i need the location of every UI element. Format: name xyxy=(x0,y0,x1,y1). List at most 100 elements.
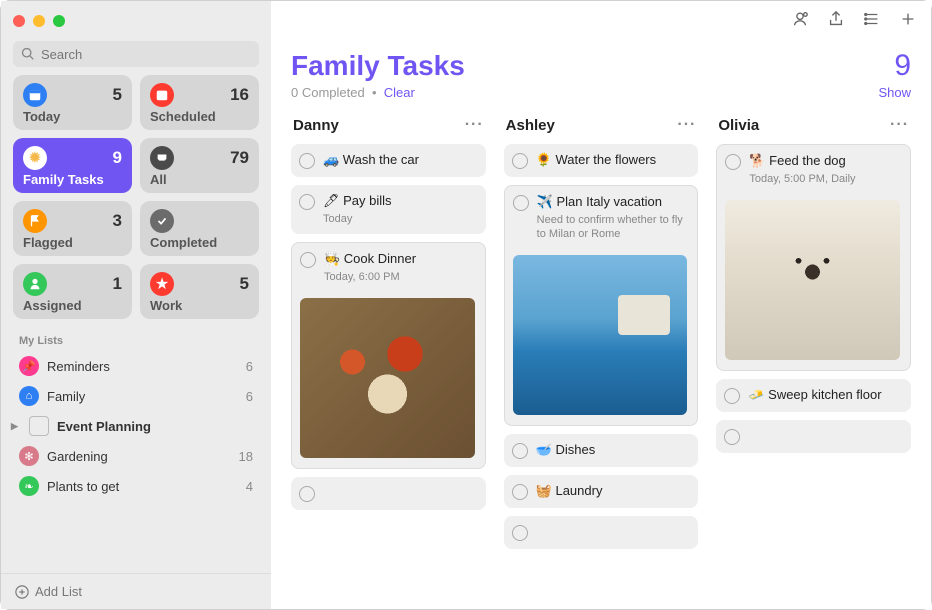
complete-radio[interactable] xyxy=(513,195,529,211)
count: 5 xyxy=(240,274,249,294)
attachment-image[interactable] xyxy=(725,200,900,360)
smart-list-flagged[interactable]: 3 Flagged xyxy=(13,201,132,256)
smart-list-assigned[interactable]: 1 Assigned xyxy=(13,264,132,319)
column-ashley: Ashley ··· 🌻 Water the flowers ✈️ Plan I… xyxy=(504,112,699,599)
label: Assigned xyxy=(23,298,122,313)
reminder-card[interactable]: 🥣 Dishes xyxy=(504,434,699,467)
chevron-right-icon: ▶ xyxy=(11,421,21,432)
count: 16 xyxy=(230,85,249,105)
complete-radio[interactable] xyxy=(725,154,741,170)
empty-reminder-card[interactable] xyxy=(716,420,911,453)
toolbar xyxy=(271,1,931,41)
label: Event Planning xyxy=(57,419,151,434)
complete-radio[interactable] xyxy=(512,525,528,541)
complete-radio[interactable] xyxy=(512,484,528,500)
clear-button[interactable]: Clear xyxy=(384,85,415,100)
folder-icon xyxy=(29,416,49,436)
my-lists-header: My Lists xyxy=(1,329,271,351)
title: 🧺 Laundry xyxy=(536,483,689,500)
minimize-button[interactable] xyxy=(33,15,45,27)
search-field[interactable] xyxy=(13,41,259,67)
reminder-card[interactable]: 🐕 Feed the dog Today, 5:00 PM, Daily xyxy=(716,144,911,371)
reminder-card[interactable]: 🖊 Pay bills Today xyxy=(291,185,486,234)
show-button[interactable]: Show xyxy=(878,85,911,100)
kanban-columns: Danny ··· 🚙 Wash the car 🖊 Pay bills Tod… xyxy=(271,112,931,609)
complete-radio[interactable] xyxy=(512,153,528,169)
list-plants[interactable]: ❧ Plants to get 4 xyxy=(1,471,271,501)
complete-radio[interactable] xyxy=(299,486,315,502)
list-gardening[interactable]: ✻ Gardening 18 xyxy=(1,441,271,471)
complete-radio[interactable] xyxy=(724,429,740,445)
reminder-card[interactable]: 🌻 Water the flowers xyxy=(504,144,699,177)
smart-list-family-tasks[interactable]: ✹ 9 Family Tasks xyxy=(13,138,132,193)
maximize-button[interactable] xyxy=(53,15,65,27)
search-input[interactable] xyxy=(41,47,251,62)
label: Reminders xyxy=(47,359,110,374)
column-olivia: Olivia ··· 🐕 Feed the dog Today, 5:00 PM… xyxy=(716,112,911,599)
count: 9 xyxy=(113,148,122,168)
add-reminder-button[interactable] xyxy=(899,10,917,33)
search-icon xyxy=(21,47,35,61)
attachment-image[interactable] xyxy=(300,298,475,458)
complete-radio[interactable] xyxy=(724,388,740,404)
smart-list-work[interactable]: ★ 5 Work xyxy=(140,264,259,319)
title: 🧑‍🍳 Cook Dinner xyxy=(324,251,475,268)
count: 3 xyxy=(113,211,122,231)
column-more-button[interactable]: ··· xyxy=(890,116,909,134)
flower-icon: ✻ xyxy=(19,446,39,466)
reminder-card[interactable]: 🧑‍🍳 Cook Dinner Today, 6:00 PM xyxy=(291,242,486,469)
label: Scheduled xyxy=(150,109,249,124)
list-family[interactable]: ⌂ Family 6 xyxy=(1,381,271,411)
label: Completed xyxy=(150,235,249,250)
column-danny: Danny ··· 🚙 Wash the car 🖊 Pay bills Tod… xyxy=(291,112,486,599)
attachment-image[interactable] xyxy=(513,255,688,415)
column-title: Ashley xyxy=(506,117,555,134)
label: Family Tasks xyxy=(23,172,122,187)
reminder-card[interactable]: 🚙 Wash the car xyxy=(291,144,486,177)
count: 1 xyxy=(113,274,122,294)
complete-radio[interactable] xyxy=(299,153,315,169)
empty-reminder-card[interactable] xyxy=(504,516,699,549)
smart-list-scheduled[interactable]: 16 Scheduled xyxy=(140,75,259,130)
smart-list-today[interactable]: 5 Today xyxy=(13,75,132,130)
smart-list-all[interactable]: 79 All xyxy=(140,138,259,193)
label: All xyxy=(150,172,249,187)
share-button[interactable] xyxy=(827,10,845,33)
column-more-button[interactable]: ··· xyxy=(465,116,484,134)
person-icon xyxy=(23,272,47,296)
list-reminders[interactable]: 📌 Reminders 6 xyxy=(1,351,271,381)
label: Flagged xyxy=(23,235,122,250)
column-title: Olivia xyxy=(718,117,759,134)
count: 6 xyxy=(246,359,253,374)
label: Family xyxy=(47,389,85,404)
reminder-card[interactable]: 🧈 Sweep kitchen floor xyxy=(716,379,911,412)
label: Today xyxy=(23,109,122,124)
add-list-button[interactable]: Add List xyxy=(1,573,271,609)
complete-radio[interactable] xyxy=(299,194,315,210)
checkmark-icon xyxy=(150,209,174,233)
complete-radio[interactable] xyxy=(512,443,528,459)
title: 🌻 Water the flowers xyxy=(536,152,689,169)
completed-info: 0 Completed • Clear xyxy=(291,85,415,100)
pin-icon: 📌 xyxy=(19,356,39,376)
column-more-button[interactable]: ··· xyxy=(677,116,696,134)
star-icon: ★ xyxy=(150,272,174,296)
count: 79 xyxy=(230,148,249,168)
view-options-button[interactable] xyxy=(863,10,881,33)
complete-radio[interactable] xyxy=(300,252,316,268)
label: Gardening xyxy=(47,449,108,464)
reminder-card[interactable]: 🧺 Laundry xyxy=(504,475,699,508)
list-group-event-planning[interactable]: ▶ Event Planning xyxy=(1,411,271,441)
empty-reminder-card[interactable] xyxy=(291,477,486,510)
smart-list-completed[interactable]: Completed xyxy=(140,201,259,256)
reminder-card[interactable]: ✈️ Plan Italy vacation Need to confirm w… xyxy=(504,185,699,426)
user-lists: 📌 Reminders 6 ⌂ Family 6 ▶ Event Plannin… xyxy=(1,351,271,573)
sidebar: 5 Today 16 Scheduled ✹ 9 Family Tasks xyxy=(1,1,271,609)
close-button[interactable] xyxy=(13,15,25,27)
family-icon: ✹ xyxy=(23,146,47,170)
title: ✈️ Plan Italy vacation xyxy=(537,194,688,211)
share-people-button[interactable] xyxy=(791,10,809,33)
count: 6 xyxy=(246,389,253,404)
title: 🐕 Feed the dog xyxy=(749,153,900,170)
subtitle: Need to confirm whether to fly to Milan … xyxy=(537,213,688,242)
